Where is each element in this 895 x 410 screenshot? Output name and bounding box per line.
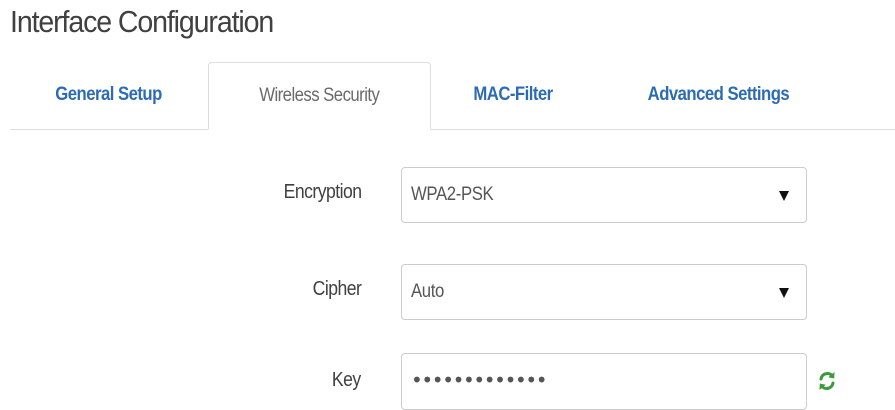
dropdown-arrow-icon (779, 191, 789, 201)
tabs-divider (10, 129, 895, 130)
tab-label: Wireless Security (259, 85, 380, 106)
encryption-label-text: Encryption (283, 181, 361, 203)
key-label-text: Key (332, 369, 361, 391)
key-input[interactable]: ••••••••••••• (401, 353, 807, 410)
page-title: Interface Configuration (10, 4, 274, 39)
refresh-icon[interactable] (817, 370, 837, 392)
cipher-label-text: Cipher (312, 278, 361, 300)
tab-mac-filter[interactable]: MAC-Filter (438, 62, 588, 129)
cipher-label: Cipher (0, 278, 361, 301)
tab-label: Advanced Settings (647, 84, 789, 105)
cipher-select-value: Auto (411, 281, 444, 302)
cipher-select[interactable]: Auto (401, 264, 807, 320)
interface-configuration-page: Interface Configuration General Setup Wi… (0, 0, 895, 410)
tab-label: General Setup (55, 84, 163, 105)
encryption-label: Encryption (0, 181, 361, 204)
tab-general-setup[interactable]: General Setup (14, 62, 204, 129)
tab-wireless-security[interactable]: Wireless Security (208, 62, 431, 130)
tab-label: MAC-Filter (473, 84, 553, 105)
key-label: Key (0, 369, 361, 392)
key-input-value: ••••••••••••• (411, 368, 548, 392)
encryption-select-value: WPA2-PSK (411, 184, 494, 205)
dropdown-arrow-icon (779, 288, 789, 298)
encryption-select[interactable]: WPA2-PSK (401, 167, 807, 223)
refresh-icon-graphic (819, 372, 835, 390)
tab-advanced-settings[interactable]: Advanced Settings (600, 62, 836, 129)
